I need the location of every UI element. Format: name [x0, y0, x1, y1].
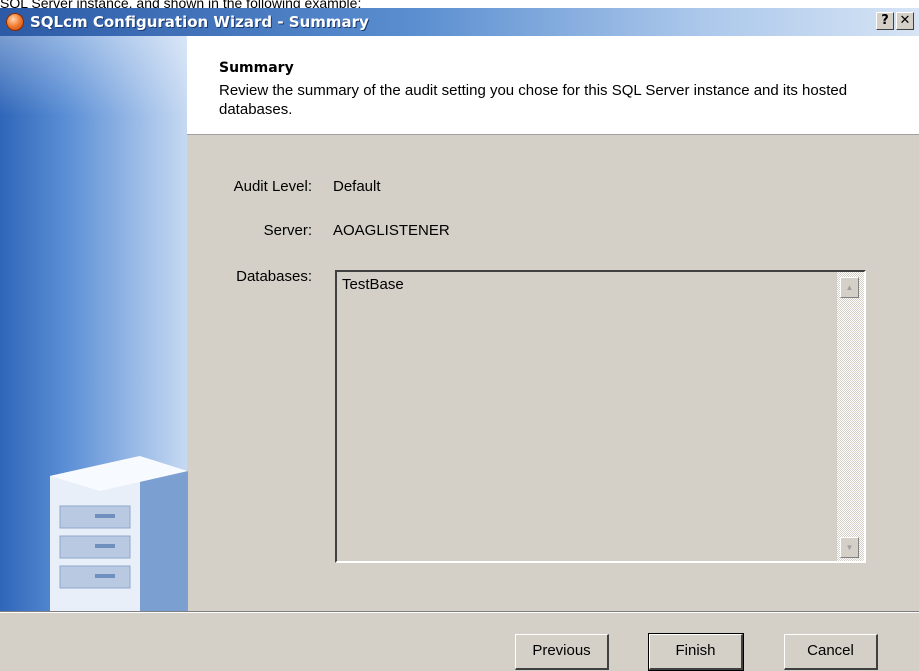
- server-value: AOAGLISTENER: [333, 222, 450, 239]
- down-arrow-icon: ▼: [845, 543, 854, 552]
- close-button[interactable]: ✕: [896, 12, 914, 30]
- wizard-header: Summary Review the summary of the audit …: [187, 36, 919, 135]
- help-button[interactable]: ?: [876, 12, 894, 30]
- server-label: Server:: [263, 222, 312, 239]
- scroll-down-button[interactable]: ▼: [840, 537, 859, 558]
- wizard-side-panel: [0, 36, 188, 611]
- app-icon: [6, 13, 24, 31]
- databases-label: Databases:: [236, 268, 312, 285]
- cancel-button[interactable]: Cancel: [784, 634, 878, 670]
- previous-button[interactable]: Previous: [515, 634, 609, 670]
- finish-button[interactable]: Finish: [648, 633, 744, 671]
- scroll-up-button[interactable]: ▲: [840, 277, 859, 298]
- document-caption: SQL Server instance, and shown in the fo…: [0, 0, 362, 8]
- vertical-scrollbar[interactable]: ▲ ▼: [837, 272, 864, 561]
- list-item[interactable]: TestBase: [342, 276, 404, 293]
- wizard-footer: Previous Finish Cancel: [0, 611, 919, 671]
- server-icon: [50, 456, 188, 611]
- side-panel-glow: [0, 36, 187, 116]
- up-arrow-icon: ▲: [845, 283, 854, 292]
- databases-listbox[interactable]: TestBase ▲ ▼: [335, 270, 866, 563]
- title-bar[interactable]: SQLcm Configuration Wizard - Summary ? ✕: [0, 8, 919, 36]
- page-title: Summary: [219, 60, 294, 76]
- audit-level-value: Default: [333, 178, 381, 195]
- page-description: Review the summary of the audit setting …: [219, 82, 848, 118]
- wizard-window: SQLcm Configuration Wizard - Summary ? ✕…: [0, 8, 919, 671]
- window-title: SQLcm Configuration Wizard - Summary: [30, 13, 369, 31]
- audit-level-label: Audit Level:: [233, 178, 312, 195]
